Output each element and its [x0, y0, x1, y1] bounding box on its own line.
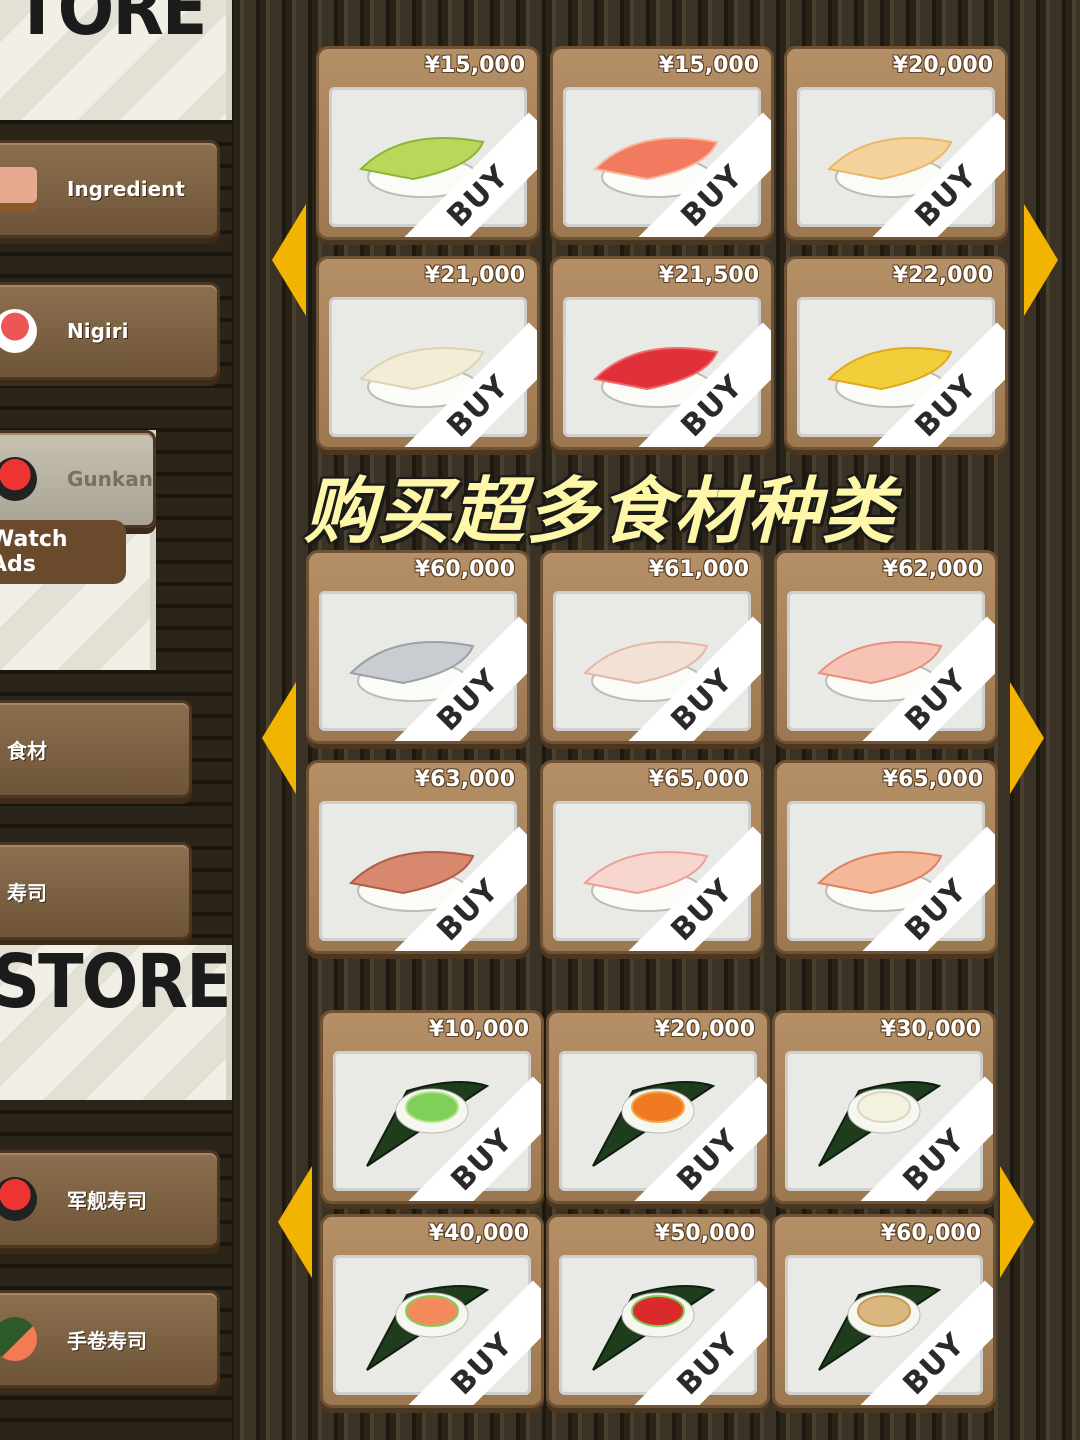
shop-item-card[interactable]: ¥20,000 BUY — [784, 46, 1008, 240]
menu-label: 手卷寿司 — [67, 1328, 147, 1353]
menu-ingredient-button[interactable]: Ingredient — [0, 140, 220, 238]
next-page-arrow-icon[interactable] — [1010, 682, 1044, 794]
menu-temaki-cn-button[interactable]: 手卷寿司 — [0, 1290, 220, 1388]
item-price: ¥40,000 — [428, 1221, 529, 1246]
temaki-icon — [0, 1317, 37, 1361]
item-price: ¥50,000 — [654, 1221, 755, 1246]
shop-item-card[interactable]: ¥15,000 BUY — [550, 46, 774, 240]
item-price: ¥20,000 — [654, 1017, 755, 1042]
store-scroll-top: TORE — [0, 0, 232, 120]
shop-item-card[interactable]: ¥65,000 BUY — [540, 760, 764, 954]
prev-page-arrow-icon[interactable] — [262, 682, 296, 794]
shop-item-card[interactable]: ¥21,500 BUY — [550, 256, 774, 450]
shop-item-card[interactable]: ¥15,000 BUY — [316, 46, 540, 240]
prev-page-arrow-icon[interactable] — [272, 204, 306, 316]
nigiri-icon — [0, 309, 37, 353]
shop-item-card[interactable]: ¥60,000 BUY — [772, 1214, 996, 1408]
next-page-arrow-icon[interactable] — [1000, 1166, 1034, 1278]
prev-page-arrow-icon[interactable] — [278, 1166, 312, 1278]
shop-item-card[interactable]: ¥60,000 BUY — [306, 550, 530, 744]
menu-gunkan-cn-button[interactable]: 军舰寿司 — [0, 1150, 220, 1248]
store-title-top: TORE — [14, 0, 207, 52]
shop-item-card[interactable]: ¥10,000 BUY — [320, 1010, 544, 1204]
item-price: ¥62,000 — [882, 557, 983, 582]
shop-item-card[interactable]: ¥22,000 BUY — [784, 256, 1008, 450]
shop-item-card[interactable]: ¥63,000 BUY — [306, 760, 530, 954]
menu-label: 食材 — [7, 738, 47, 763]
shop-item-card[interactable]: ¥21,000 BUY — [316, 256, 540, 450]
ingredient-icon — [0, 167, 37, 211]
shop-item-card[interactable]: ¥50,000 BUY — [546, 1214, 770, 1408]
menu-label: Nigiri — [67, 319, 129, 343]
item-price: ¥60,000 — [880, 1221, 981, 1246]
shop-item-card[interactable]: ¥40,000 BUY — [320, 1214, 544, 1408]
item-price: ¥10,000 — [428, 1017, 529, 1042]
menu-label: Gunkan — [67, 467, 153, 491]
item-price: ¥65,000 — [882, 767, 983, 792]
menu-nigiri-button[interactable]: Nigiri — [0, 282, 220, 380]
shop-item-card[interactable]: ¥62,000 BUY — [774, 550, 998, 744]
item-price: ¥20,000 — [892, 53, 993, 78]
item-price: ¥21,500 — [658, 263, 759, 288]
menu-gunkan-button[interactable]: Gunkan — [0, 430, 156, 528]
menu-ingredient-cn-button[interactable]: 食材 — [0, 700, 192, 798]
item-price: ¥60,000 — [414, 557, 515, 582]
item-price: ¥63,000 — [414, 767, 515, 792]
item-price: ¥30,000 — [880, 1017, 981, 1042]
menu-label: 军舰寿司 — [67, 1188, 147, 1213]
shop-item-card[interactable]: ¥30,000 BUY — [772, 1010, 996, 1204]
menu-label: Ingredient — [67, 177, 185, 201]
store-title-bottom: STORE — [0, 939, 232, 1025]
shop-item-card[interactable]: ¥65,000 BUY — [774, 760, 998, 954]
gunkan-icon — [0, 457, 37, 501]
next-page-arrow-icon[interactable] — [1024, 204, 1058, 316]
item-price: ¥22,000 — [892, 263, 993, 288]
item-price: ¥65,000 — [648, 767, 749, 792]
headline-caption: 购买超多食材种类 — [303, 469, 896, 553]
menu-sushi-cn-button[interactable]: 寿司 — [0, 842, 192, 940]
watch-ads-button[interactable]: Watch Ads — [0, 520, 126, 584]
gunkan-icon — [0, 1177, 37, 1221]
store-scroll-bottom: STORE — [0, 939, 232, 1100]
item-price: ¥21,000 — [424, 263, 525, 288]
item-price: ¥15,000 — [658, 53, 759, 78]
shop-item-card[interactable]: ¥61,000 BUY — [540, 550, 764, 744]
item-price: ¥15,000 — [424, 53, 525, 78]
shop-item-card[interactable]: ¥20,000 BUY — [546, 1010, 770, 1204]
menu-label: 寿司 — [7, 880, 47, 905]
item-price: ¥61,000 — [648, 557, 749, 582]
